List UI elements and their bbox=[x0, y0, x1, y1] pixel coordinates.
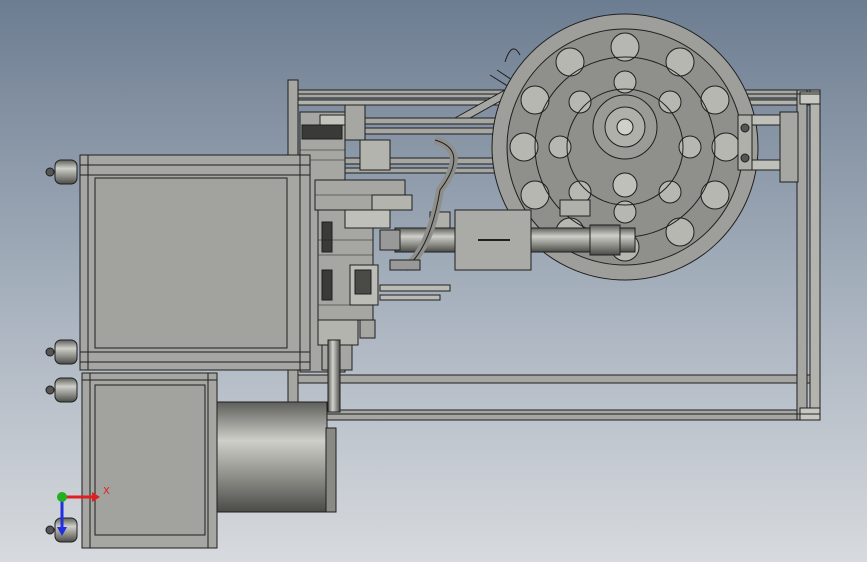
crimp-mechanism bbox=[299, 104, 451, 413]
cad-viewport[interactable]: X bbox=[0, 0, 867, 562]
levelling-feet bbox=[45, 159, 78, 543]
triad-y-axis bbox=[57, 492, 67, 502]
lower-enclosure bbox=[81, 372, 218, 549]
motor bbox=[216, 401, 337, 513]
upper-enclosure bbox=[79, 154, 311, 371]
cad-model-drawing bbox=[45, 13, 821, 549]
triad-x-label: X bbox=[103, 486, 110, 497]
